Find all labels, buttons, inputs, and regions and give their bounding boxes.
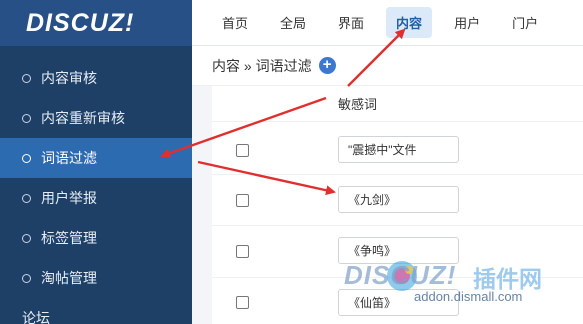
circle-bullet-icon <box>22 273 31 283</box>
breadcrumb: 内容 » 词语过滤 + <box>192 46 583 86</box>
tab-portal[interactable]: 门户 <box>502 7 548 38</box>
sidebar-menu: 内容审核 内容重新审核 词语过滤 用户举报 标签管理 淘帖管理 <box>0 46 192 298</box>
row-checkbox[interactable] <box>236 296 249 309</box>
sidebar-item-label: 内容审核 <box>41 70 97 86</box>
column-header-sensitive-word: 敏感词 <box>338 97 378 112</box>
sidebar-item-tag-management[interactable]: 标签管理 <box>0 218 192 258</box>
divider <box>212 225 583 226</box>
plus-circle-icon[interactable]: + <box>318 57 336 74</box>
row-checkbox[interactable] <box>236 245 249 258</box>
circle-bullet-icon <box>22 113 31 123</box>
watermark-url: addon.dismall.com <box>414 289 523 304</box>
circle-bullet-icon <box>22 73 31 83</box>
sidebar: DISCUZ! 内容审核 内容重新审核 词语过滤 用户举报 标签管理 淘帖管理 … <box>0 0 192 324</box>
sidebar-section-forum[interactable]: 论坛 <box>22 308 50 324</box>
sensitive-word-input[interactable]: 《九剑》 <box>338 186 459 213</box>
tab-users[interactable]: 用户 <box>444 7 490 38</box>
sidebar-item-user-reports[interactable]: 用户举报 <box>0 178 192 218</box>
sidebar-item-collection-management[interactable]: 淘帖管理 <box>0 258 192 298</box>
logo[interactable]: DISCUZ! <box>0 0 192 46</box>
sidebar-item-label: 词语过滤 <box>41 150 97 166</box>
sidebar-item-label: 淘帖管理 <box>41 270 97 286</box>
sidebar-item-content-re-review[interactable]: 内容重新审核 <box>0 98 192 138</box>
tab-home[interactable]: 首页 <box>212 7 258 38</box>
tab-content[interactable]: 内容 <box>386 7 433 38</box>
circle-bullet-icon <box>22 153 31 163</box>
circle-bullet-icon <box>22 233 31 243</box>
sensitive-word-input[interactable]: "震撼中"文件 <box>338 136 459 163</box>
content-gutter <box>192 86 212 324</box>
sidebar-item-label: 内容重新审核 <box>41 110 125 126</box>
divider <box>212 174 583 175</box>
watermark: DISCUZ! 插件网 addon.dismall.com <box>298 258 583 324</box>
breadcrumb-text: 内容 » 词语过滤 <box>212 57 312 74</box>
sidebar-item-label: 用户举报 <box>41 190 97 206</box>
tab-interface[interactable]: 界面 <box>328 7 374 38</box>
logo-text: DISCUZ! <box>26 8 135 37</box>
divider <box>212 121 583 122</box>
sidebar-item-content-review[interactable]: 内容审核 <box>0 58 192 98</box>
row-checkbox[interactable] <box>236 194 249 207</box>
tab-global[interactable]: 全局 <box>270 7 316 38</box>
top-nav: 首页 全局 界面 内容 用户 门户 <box>192 0 583 46</box>
sidebar-item-word-filter[interactable]: 词语过滤 <box>0 138 192 178</box>
watermark-brand: DISCUZ! <box>344 260 457 290</box>
circle-bullet-icon <box>22 193 31 203</box>
sidebar-item-label: 标签管理 <box>41 230 97 246</box>
row-checkbox[interactable] <box>236 144 249 157</box>
